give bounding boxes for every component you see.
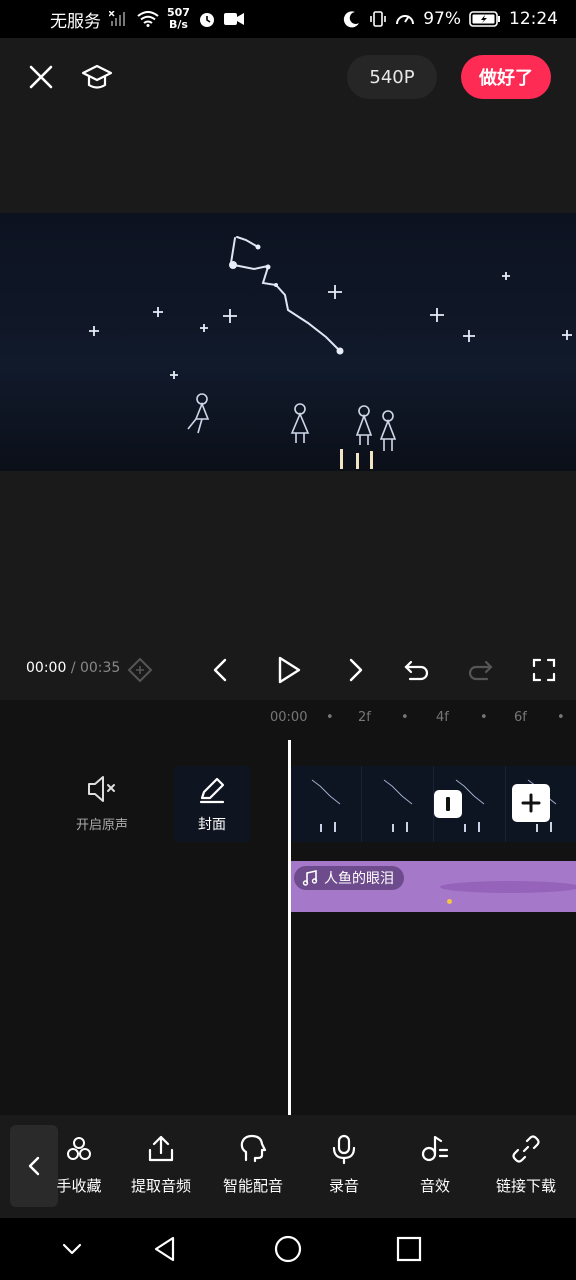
- audio-toolbar: 手收藏 提取音频 智能配音 录音 音效 链接下载: [0, 1115, 576, 1218]
- next-frame-icon[interactable]: [339, 654, 371, 686]
- clock-time: 12:24: [509, 9, 558, 29]
- edit-pen-icon: [199, 777, 225, 804]
- time-separator: /: [70, 660, 76, 676]
- music-track-name: 人鱼的眼泪: [324, 871, 394, 887]
- nav-hide-keyboard-icon[interactable]: [58, 1235, 86, 1263]
- tool-record[interactable]: 录音: [299, 1133, 389, 1196]
- beat-marker: [447, 899, 452, 904]
- favorites-icon: [67, 1137, 91, 1160]
- ruler-label: 6f: [514, 710, 527, 725]
- constellation-scene: [89, 236, 572, 469]
- total-time: 00:35: [79, 660, 121, 676]
- tool-favorites[interactable]: 手收藏: [34, 1133, 124, 1196]
- ruler-label: 00:00: [270, 710, 308, 725]
- tool-label: 提取音频: [130, 1177, 191, 1195]
- tool-sound-effects[interactable]: 音效: [390, 1133, 480, 1196]
- graduation-cap-icon[interactable]: [80, 60, 114, 94]
- tool-label: 手收藏: [56, 1177, 102, 1195]
- done-button[interactable]: 做好了: [461, 55, 551, 99]
- ruler-dot: •: [480, 710, 488, 725]
- playback-controls: 00:00 / 00:35: [0, 640, 576, 700]
- previous-frame-icon[interactable]: [205, 654, 237, 686]
- editor-top-bar: 540P 做好了: [0, 38, 576, 116]
- extract-audio-icon: [148, 1135, 174, 1162]
- keyframe-icon[interactable]: [124, 654, 156, 686]
- net-speed-unit: B/s: [169, 18, 188, 31]
- speed-gauge-icon: [396, 15, 415, 25]
- vibrate-icon: [370, 11, 387, 27]
- video-preview[interactable]: [0, 213, 576, 471]
- nav-home-icon[interactable]: [274, 1235, 302, 1263]
- cover-label: 封面: [198, 817, 226, 833]
- tool-label: 智能配音: [222, 1177, 283, 1195]
- split-marker-icon: [446, 797, 450, 811]
- redo-icon[interactable]: [464, 654, 496, 686]
- music-track[interactable]: 人鱼的眼泪: [290, 861, 576, 912]
- battery-icon: [469, 11, 500, 27]
- smart-dubbing-icon: [240, 1134, 267, 1163]
- resolution-button[interactable]: 540P: [347, 55, 437, 99]
- ruler-label: 2f: [358, 710, 371, 725]
- play-icon[interactable]: [272, 654, 304, 686]
- net-speed: 507 B/s: [167, 7, 190, 31]
- music-note-icon: [302, 870, 318, 886]
- plus-icon: [521, 793, 541, 813]
- speaker-muted-icon: [88, 776, 115, 802]
- ruler-dot: •: [557, 710, 565, 725]
- mute-label: 开启原声: [75, 818, 128, 833]
- sound-effect-icon: [421, 1135, 449, 1162]
- microphone-icon: [332, 1134, 356, 1165]
- carrier-text: 无服务: [50, 11, 101, 32]
- close-icon[interactable]: [24, 60, 58, 94]
- playhead[interactable]: [288, 740, 291, 1115]
- tool-label: 音效: [419, 1177, 450, 1195]
- fullscreen-icon[interactable]: [528, 654, 560, 686]
- undo-icon[interactable]: [401, 654, 433, 686]
- ruler-label: 4f: [436, 710, 449, 725]
- wifi-icon: [137, 11, 159, 27]
- tool-link-download[interactable]: 链接下载: [481, 1133, 571, 1196]
- music-track-tag: 人鱼的眼泪: [294, 866, 404, 890]
- ruler-dot: •: [401, 710, 409, 725]
- cover-button[interactable]: 封面: [174, 766, 250, 842]
- add-clip-button[interactable]: [512, 784, 550, 822]
- tool-smart-dubbing[interactable]: 智能配音: [208, 1133, 298, 1196]
- timecode: 00:00 / 00:35: [26, 660, 120, 676]
- no-signal-icon: [109, 11, 125, 26]
- tool-extract-audio[interactable]: 提取音频: [116, 1133, 206, 1196]
- nav-back-icon[interactable]: [151, 1235, 179, 1263]
- nav-recents-icon[interactable]: [395, 1235, 423, 1263]
- alarm-icon: [199, 13, 214, 27]
- battery-percent: 97%: [423, 9, 461, 29]
- transition-button[interactable]: [434, 790, 462, 818]
- moon-icon: [344, 11, 360, 28]
- preview-area: [0, 116, 576, 640]
- video-record-icon: [223, 13, 244, 25]
- ruler-dot: •: [326, 710, 334, 725]
- current-time: 00:00: [26, 660, 67, 676]
- audio-waveform: [440, 881, 576, 893]
- link-icon: [512, 1135, 540, 1163]
- time-ruler: 00:00 • 2f • 4f • 6f •: [0, 710, 576, 726]
- status-bar: 无服务 507 B/s 97% 12:24: [0, 0, 576, 38]
- tool-label: 录音: [328, 1177, 359, 1195]
- system-nav-bar: [0, 1218, 576, 1280]
- enable-original-audio-button[interactable]: 开启原声: [66, 774, 138, 833]
- tool-label: 链接下载: [495, 1177, 556, 1195]
